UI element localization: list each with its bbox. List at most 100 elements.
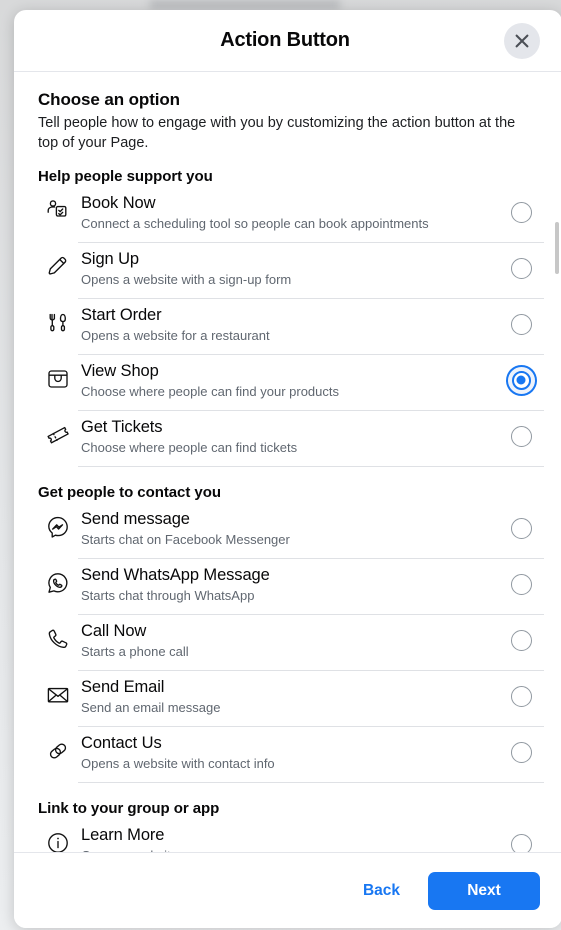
option-content: Learn More Opens a website — [78, 819, 544, 852]
option-list: Learn More Opens a website — [14, 819, 561, 852]
close-icon — [514, 33, 530, 49]
option-content: Sign Up Opens a website with a sign-up fo… — [78, 243, 544, 299]
option-label: View Shop — [81, 362, 159, 380]
back-button[interactable]: Back — [349, 873, 414, 909]
option-content: Send message Starts chat on Facebook Mess… — [78, 503, 544, 559]
option-row-learn-more[interactable]: Learn More Opens a website — [38, 819, 544, 852]
radio-cell[interactable] — [498, 685, 544, 709]
option-row-contact-us[interactable]: Contact Us Opens a website with contact i… — [38, 727, 544, 783]
option-list: Send message Starts chat on Facebook Mess… — [14, 503, 561, 783]
option-row-book-now[interactable]: Book Now Connect a scheduling tool so peo… — [38, 187, 544, 243]
option-row-send-whatsapp-message[interactable]: Send WhatsApp Message Starts chat through… — [38, 559, 544, 615]
radio-cell[interactable] — [498, 313, 544, 337]
radio-cell[interactable] — [498, 201, 544, 225]
radio-button[interactable] — [510, 573, 532, 595]
radio-cell[interactable] — [498, 425, 544, 449]
option-label: Call Now — [81, 622, 147, 640]
phone-icon — [38, 615, 78, 659]
option-row-call-now[interactable]: Call Now Starts a phone call — [38, 615, 544, 671]
backdrop-blur-strip — [150, 0, 340, 9]
radio-button[interactable] — [510, 517, 532, 539]
option-description: Opens a website with a sign-up form — [81, 272, 292, 287]
radio-cell[interactable] — [498, 741, 544, 765]
option-description: Choose where people can find tickets — [81, 440, 298, 455]
option-content: Call Now Starts a phone call — [78, 615, 544, 671]
radio-button-selected[interactable] — [511, 370, 531, 390]
option-row-view-shop[interactable]: View Shop Choose where people can find yo… — [38, 355, 544, 411]
radio-button[interactable] — [510, 741, 532, 763]
pencil-icon — [38, 243, 78, 287]
option-label: Send Email — [81, 678, 165, 696]
whatsapp-icon — [38, 559, 78, 603]
option-content: Contact Us Opens a website with contact i… — [78, 727, 544, 783]
option-description: Starts chat through WhatsApp — [81, 588, 255, 603]
option-description: Opens a website — [81, 847, 498, 852]
option-label: Contact Us — [81, 734, 162, 752]
radio-button[interactable] — [510, 425, 532, 447]
option-description: Opens a website with contact info — [81, 756, 275, 771]
option-description: Connect a scheduling tool so people can … — [81, 216, 429, 231]
radio-cell[interactable] — [498, 257, 544, 281]
option-label: Sign Up — [81, 250, 140, 268]
book-appointment-icon — [38, 187, 78, 231]
option-row-sign-up[interactable]: Sign Up Opens a website with a sign-up fo… — [38, 243, 544, 299]
scrollbar-track[interactable] — [554, 134, 560, 852]
radio-button[interactable] — [510, 833, 532, 852]
page-title: Action Button — [220, 29, 350, 51]
option-content: Send Email Send an email message — [78, 671, 544, 727]
option-row-send-email[interactable]: Send Email Send an email message — [38, 671, 544, 727]
messenger-icon — [38, 503, 78, 547]
radio-button[interactable] — [510, 313, 532, 335]
next-button[interactable]: Next — [428, 871, 540, 910]
option-texts: Sign Up Opens a website with a sign-up fo… — [81, 249, 498, 289]
option-texts: Send message Starts chat on Facebook Mess… — [81, 509, 498, 549]
option-texts: Start Order Opens a website for a restaur… — [81, 305, 498, 345]
radio-cell[interactable] — [498, 517, 544, 541]
ticket-icon — [38, 411, 78, 455]
scrollbar-thumb[interactable] — [555, 222, 559, 274]
option-content: Get Tickets Choose where people can find … — [78, 411, 544, 467]
intro-block: Choose an option Tell people how to enga… — [14, 90, 561, 153]
radio-button[interactable] — [510, 201, 532, 223]
section-title: Link to your group or app — [38, 800, 220, 817]
option-texts: Book Now Connect a scheduling tool so peo… — [81, 193, 498, 233]
option-content: Book Now Connect a scheduling tool so peo… — [78, 187, 544, 243]
radio-cell[interactable] — [498, 370, 544, 392]
option-texts: Call Now Starts a phone call — [81, 621, 498, 661]
option-description: Choose where people can find your produc… — [81, 384, 339, 399]
option-label: Start Order — [81, 306, 162, 324]
radio-cell[interactable] — [498, 573, 544, 597]
option-texts: Learn More Opens a website — [81, 825, 498, 852]
option-description: Opens a website for a restaurant — [81, 328, 270, 343]
option-description: Starts a phone call — [81, 644, 189, 659]
radio-cell[interactable] — [498, 629, 544, 653]
link-icon — [38, 727, 78, 771]
option-label: Learn More — [81, 826, 165, 844]
dialog-body: Choose an option Tell people how to enga… — [14, 72, 561, 852]
options-container: Help people support you Book Now Connect a… — [14, 168, 561, 852]
option-texts: Send Email Send an email message — [81, 677, 498, 717]
close-button[interactable] — [504, 22, 540, 59]
option-label: Send message — [81, 510, 190, 528]
option-row-get-tickets[interactable]: Get Tickets Choose where people can find … — [38, 411, 544, 467]
radio-button[interactable] — [510, 257, 532, 279]
option-content: Send WhatsApp Message Starts chat through… — [78, 559, 544, 615]
action-button-dialog: Action Button Choose an option Tell peop… — [14, 10, 561, 928]
option-row-send-message[interactable]: Send message Starts chat on Facebook Mess… — [38, 503, 544, 559]
fork-knife-icon — [38, 299, 78, 343]
option-description: Send an email message — [81, 700, 221, 715]
intro-heading: Choose an option — [38, 90, 180, 109]
intro-description: Tell people how to engage with you by cu… — [38, 115, 516, 151]
option-texts: View Shop Choose where people can find yo… — [81, 361, 498, 401]
dialog-header: Action Button — [14, 10, 561, 72]
option-label: Send WhatsApp Message — [81, 566, 270, 584]
option-texts: Get Tickets Choose where people can find … — [81, 417, 498, 457]
option-description: Starts chat on Facebook Messenger — [81, 532, 290, 547]
section-title: Get people to contact you — [38, 484, 221, 501]
option-list: Book Now Connect a scheduling tool so peo… — [14, 187, 561, 467]
radio-cell[interactable] — [498, 833, 544, 852]
radio-button[interactable] — [510, 629, 532, 651]
shopping-bag-icon — [38, 355, 78, 399]
radio-button[interactable] — [510, 685, 532, 707]
option-row-start-order[interactable]: Start Order Opens a website for a restaur… — [38, 299, 544, 355]
